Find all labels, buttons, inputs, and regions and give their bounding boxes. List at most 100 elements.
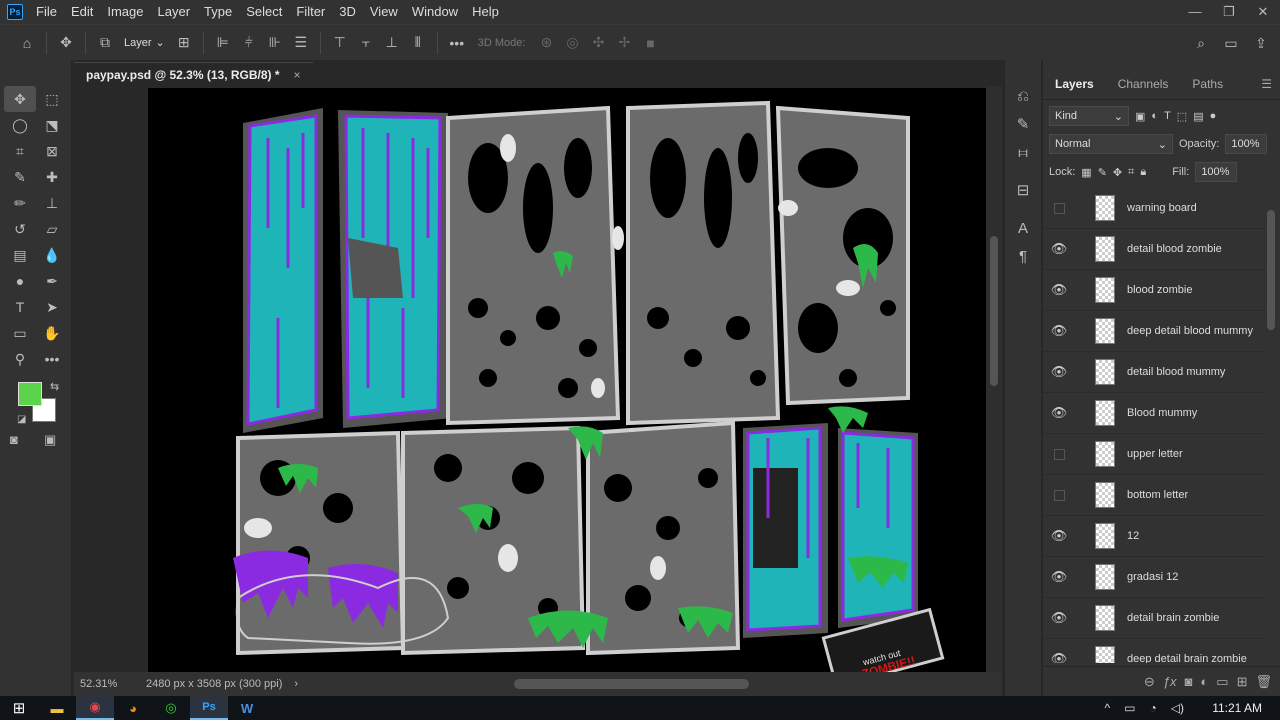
lock-pixels-icon[interactable]: ✎ bbox=[1098, 166, 1107, 179]
history-panel-icon[interactable]: ⎌ bbox=[1005, 82, 1041, 110]
frame-tool-icon[interactable]: ⊠ bbox=[36, 138, 68, 164]
blur-tool-icon[interactable]: 💧 bbox=[36, 242, 68, 268]
zoom-tool-icon[interactable]: ⚲ bbox=[4, 346, 36, 372]
lock-position-icon[interactable]: ✥ bbox=[1113, 166, 1122, 179]
menu-layer[interactable]: Layer bbox=[151, 0, 198, 24]
share-icon[interactable]: ⇪ bbox=[1248, 30, 1274, 56]
filter-type-icon[interactable]: T bbox=[1164, 110, 1171, 122]
layer-row[interactable]: 👁︎ detail blood mummy bbox=[1043, 352, 1265, 393]
wifi-icon[interactable]: ◔ bbox=[1150, 696, 1157, 720]
layer-style-icon[interactable]: ƒx bbox=[1163, 674, 1177, 689]
adjustment-layer-icon[interactable]: ◐ bbox=[1200, 674, 1208, 689]
layer-row[interactable]: 👁︎ detail blood zombie bbox=[1043, 229, 1265, 270]
artwork-canvas[interactable]: watch out ZOMBIE!! bbox=[148, 88, 986, 672]
menu-edit[interactable]: Edit bbox=[64, 0, 100, 24]
panel-menu-icon[interactable]: ☰ bbox=[1261, 77, 1272, 91]
minimize-button[interactable]: — bbox=[1178, 0, 1212, 24]
battery-icon[interactable]: ▭ bbox=[1124, 696, 1135, 720]
close-tab-icon[interactable]: × bbox=[294, 68, 301, 82]
align-top-icon[interactable]: ⊤ bbox=[327, 30, 353, 56]
visibility-toggle[interactable] bbox=[1043, 489, 1075, 501]
brush-settings-icon[interactable]: ✎ bbox=[1005, 110, 1041, 138]
layer-row[interactable]: 👁︎ detail brain zombie bbox=[1043, 598, 1265, 639]
layers-scroll-thumb[interactable] bbox=[1267, 210, 1275, 330]
eye-icon[interactable]: 👁︎ bbox=[1043, 323, 1075, 339]
properties-panel-icon[interactable]: ⊟ bbox=[1005, 176, 1041, 204]
eye-icon[interactable]: 👁︎ bbox=[1043, 282, 1075, 298]
lock-transparent-icon[interactable]: ▦ bbox=[1081, 166, 1091, 179]
menu-help[interactable]: Help bbox=[465, 0, 506, 24]
clock[interactable]: 11:21 AM bbox=[1212, 696, 1262, 720]
move-tool-icon[interactable]: ✥ bbox=[4, 86, 36, 112]
tab-channels[interactable]: Channels bbox=[1106, 77, 1181, 99]
start-icon[interactable]: ⊞ bbox=[0, 696, 38, 720]
volume-icon[interactable]: ◁) bbox=[1171, 696, 1184, 720]
home-icon[interactable]: ⌂ bbox=[14, 30, 40, 56]
brush-tool-icon[interactable]: ✏ bbox=[4, 190, 36, 216]
eye-icon[interactable]: 👁︎ bbox=[1043, 405, 1075, 421]
lock-all-icon[interactable]: 🔒︎ bbox=[1140, 166, 1146, 179]
menu-filter[interactable]: Filter bbox=[289, 0, 332, 24]
distribute-icon[interactable]: ☰ bbox=[288, 30, 314, 56]
adjustments-icon[interactable]: ⧦ bbox=[1005, 138, 1041, 166]
menu-window[interactable]: Window bbox=[405, 0, 465, 24]
gradient-tool-icon[interactable]: ▤ bbox=[4, 242, 36, 268]
foreground-color-swatch[interactable] bbox=[18, 382, 42, 406]
default-colors-icon[interactable]: ◪ bbox=[17, 414, 26, 425]
layer-row[interactable]: warning board bbox=[1043, 188, 1265, 229]
quick-mask-icon[interactable]: ◙ bbox=[10, 432, 18, 447]
eye-icon[interactable]: 👁︎ bbox=[1043, 241, 1075, 257]
vertical-scroll-thumb[interactable] bbox=[990, 236, 998, 386]
filter-shape-icon[interactable]: ⬚ bbox=[1177, 110, 1187, 123]
edit-toolbar-icon[interactable]: ••• bbox=[36, 346, 68, 372]
eye-icon[interactable]: 👁︎ bbox=[1043, 651, 1075, 663]
dodge-tool-icon[interactable]: ● bbox=[4, 268, 36, 294]
horizontal-scroll-thumb[interactable] bbox=[514, 679, 749, 689]
tab-paths[interactable]: Paths bbox=[1180, 77, 1235, 99]
move-tool-preset-icon[interactable]: ✥ bbox=[53, 30, 79, 56]
restore-button[interactable]: ❐ bbox=[1212, 0, 1246, 24]
new-group-icon[interactable]: ▭ bbox=[1216, 674, 1228, 690]
pen-tool-icon[interactable]: ✒ bbox=[36, 268, 68, 294]
fill-field[interactable]: 100% bbox=[1195, 162, 1238, 182]
firefox-icon[interactable]: ◕ bbox=[114, 696, 152, 720]
file-explorer-icon[interactable]: ▬ bbox=[38, 696, 76, 720]
align-right-icon[interactable]: ⊪ bbox=[262, 30, 288, 56]
opacity-field[interactable]: 100% bbox=[1225, 134, 1268, 154]
layer-row[interactable]: 👁︎ blood zombie bbox=[1043, 270, 1265, 311]
blend-mode-dropdown[interactable]: Normal ⌄ bbox=[1049, 134, 1173, 154]
layer-row[interactable]: 👁︎ deep detail brain zombie bbox=[1043, 639, 1265, 663]
add-mask-icon[interactable]: ◙ bbox=[1185, 674, 1193, 689]
align-center-icon[interactable]: ⫩ bbox=[236, 30, 262, 56]
tray-expand-icon[interactable]: ^ bbox=[1105, 696, 1111, 720]
visibility-toggle[interactable] bbox=[1043, 202, 1075, 214]
filter-adjustment-icon[interactable]: ◐ bbox=[1151, 110, 1158, 122]
distribute-vertical-icon[interactable]: ⫴ bbox=[405, 30, 431, 56]
align-bottom-icon[interactable]: ⊥ bbox=[379, 30, 405, 56]
lasso-tool-icon[interactable]: ◯ bbox=[4, 112, 36, 138]
rectangle-tool-icon[interactable]: ▭ bbox=[4, 320, 36, 346]
menu-file[interactable]: File bbox=[29, 0, 64, 24]
path-selection-tool-icon[interactable]: ➤ bbox=[36, 294, 68, 320]
eye-icon[interactable]: 👁︎ bbox=[1043, 610, 1075, 626]
zoom-level[interactable]: 52.31% bbox=[80, 678, 146, 690]
layer-row[interactable]: upper letter bbox=[1043, 434, 1265, 475]
menu-3d[interactable]: 3D bbox=[332, 0, 363, 24]
photoshop-taskbar-icon[interactable]: Ps bbox=[190, 696, 228, 720]
healing-brush-tool-icon[interactable]: ✚ bbox=[36, 164, 68, 190]
eye-icon[interactable]: 👁︎ bbox=[1043, 528, 1075, 544]
menu-view[interactable]: View bbox=[363, 0, 405, 24]
transform-controls-icon[interactable]: ⊞ bbox=[171, 30, 197, 56]
workspace-icon[interactable]: ▭ bbox=[1218, 30, 1244, 56]
delete-layer-icon[interactable]: 🗑︎ bbox=[1255, 674, 1272, 690]
swap-colors-icon[interactable]: ⇆ bbox=[50, 380, 59, 393]
whatsapp-icon[interactable]: ◎ bbox=[152, 696, 190, 720]
layer-row[interactable]: 👁︎ deep detail blood mummy bbox=[1043, 311, 1265, 352]
layer-row[interactable]: bottom letter bbox=[1043, 475, 1265, 516]
filter-pixel-icon[interactable]: ▣ bbox=[1135, 110, 1145, 123]
tab-layers[interactable]: Layers bbox=[1043, 77, 1106, 99]
eye-icon[interactable]: 👁︎ bbox=[1043, 364, 1075, 380]
eyedropper-tool-icon[interactable]: ✎ bbox=[4, 164, 36, 190]
filter-kind-dropdown[interactable]: Kind ⌄ bbox=[1049, 106, 1129, 126]
layer-row[interactable]: 👁︎ 12 bbox=[1043, 516, 1265, 557]
